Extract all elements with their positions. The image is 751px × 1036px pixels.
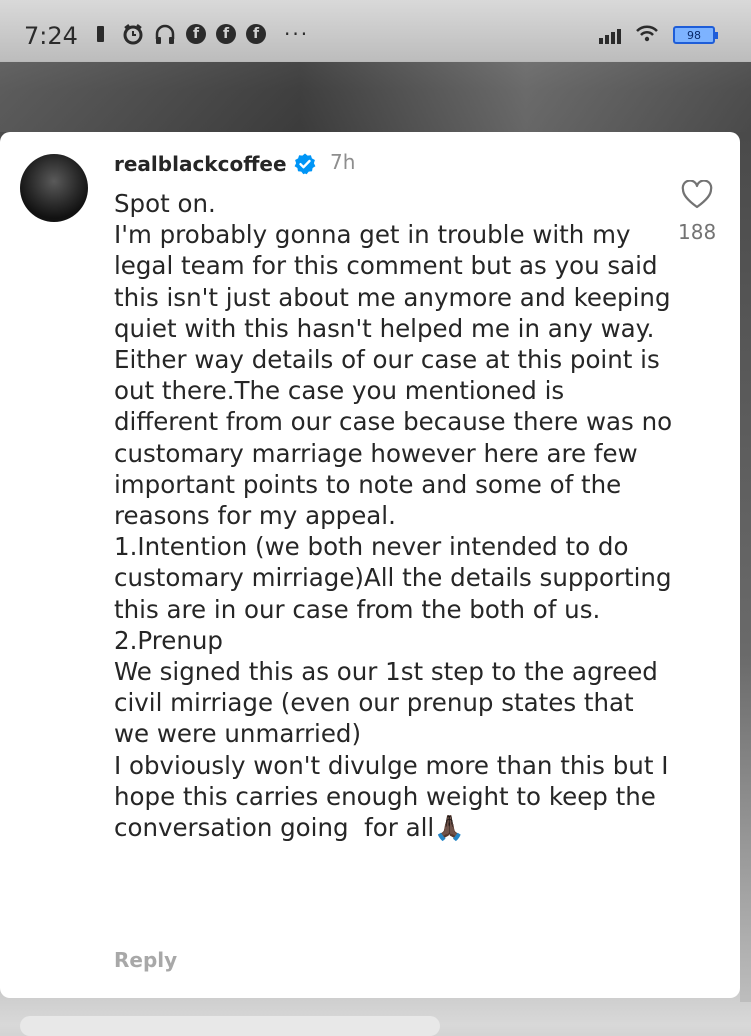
system-icons: 98 bbox=[599, 24, 718, 46]
notification-icons: f f f ··· bbox=[90, 22, 309, 46]
bottom-bar bbox=[20, 1016, 440, 1036]
background-strip bbox=[740, 132, 751, 1002]
reply-button[interactable]: Reply bbox=[114, 948, 177, 972]
like-heart-icon[interactable] bbox=[681, 179, 713, 210]
facebook-icon: f bbox=[216, 24, 236, 44]
headphones-icon bbox=[154, 23, 176, 45]
avatar[interactable] bbox=[20, 154, 88, 222]
facebook-icon: f bbox=[246, 24, 266, 44]
sim-icon bbox=[90, 23, 112, 45]
wifi-icon bbox=[635, 24, 659, 46]
comment-card: realblackcoffee 7h Spot on. I'm probably… bbox=[0, 132, 740, 998]
more-icon: ··· bbox=[284, 22, 310, 46]
background-video bbox=[0, 62, 751, 132]
signal-icon bbox=[599, 26, 621, 44]
battery-level: 98 bbox=[687, 28, 701, 42]
comment-text: Spot on. I'm probably gonna get in troub… bbox=[114, 189, 673, 843]
facebook-icon: f bbox=[186, 24, 206, 44]
alarm-icon bbox=[122, 23, 144, 45]
like-count: 188 bbox=[678, 220, 717, 244]
comment-timestamp: 7h bbox=[330, 150, 356, 174]
battery-icon: 98 bbox=[673, 26, 718, 44]
status-time: 7:24 bbox=[24, 22, 78, 50]
comment-username[interactable]: realblackcoffee bbox=[114, 152, 287, 176]
verified-badge-icon bbox=[293, 152, 317, 176]
